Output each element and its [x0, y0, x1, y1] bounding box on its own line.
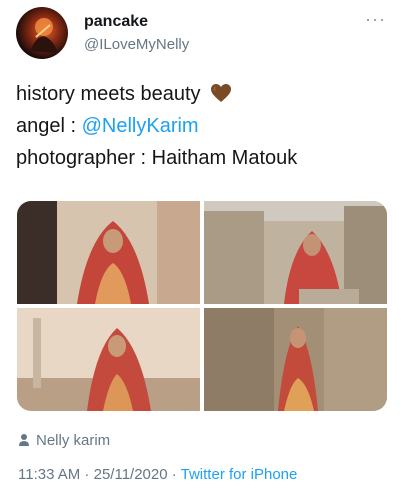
tweet-line-3: photographer : Haitham Matouk: [16, 147, 298, 169]
brown-heart-icon: [211, 84, 232, 102]
more-horizontal-icon[interactable]: ···: [365, 9, 386, 30]
display-name[interactable]: pancake: [84, 13, 148, 31]
photo-3[interactable]: [17, 308, 200, 411]
tweet-text: history meets beauty angel : @NellyKarim…: [16, 78, 388, 174]
meta-separator: ·: [80, 466, 94, 483]
photo-1[interactable]: [17, 201, 200, 304]
tweet-source-link[interactable]: Twitter for iPhone: [181, 466, 298, 483]
mention-link[interactable]: @NellyKarim: [82, 115, 199, 137]
location-tag[interactable]: Nelly karim: [18, 432, 110, 449]
tweet-meta: 11:33 AM · 25/11/2020 · Twitter for iPho…: [18, 466, 297, 483]
avatar[interactable]: [16, 7, 68, 59]
user-handle[interactable]: @ILoveMyNelly: [84, 36, 189, 53]
tweet-line-1-text: history meets beauty: [16, 83, 201, 105]
tweet-date[interactable]: 25/11/2020: [94, 466, 168, 483]
photo-2[interactable]: [204, 201, 387, 304]
person-pin-icon: [19, 434, 29, 446]
tweet-header: pancake @ILoveMyNelly ···: [16, 7, 396, 59]
tweet-line-2: angel : @NellyKarim: [16, 110, 388, 142]
location-label: Nelly karim: [36, 432, 111, 449]
photo-grid: [17, 201, 387, 411]
photo-4[interactable]: [204, 308, 387, 411]
tweet-time[interactable]: 11:33 AM: [18, 466, 80, 483]
meta-separator: ·: [167, 466, 181, 483]
tweet-line-2-prefix: angel :: [16, 115, 82, 137]
tweet-line-1: history meets beauty: [16, 78, 388, 110]
